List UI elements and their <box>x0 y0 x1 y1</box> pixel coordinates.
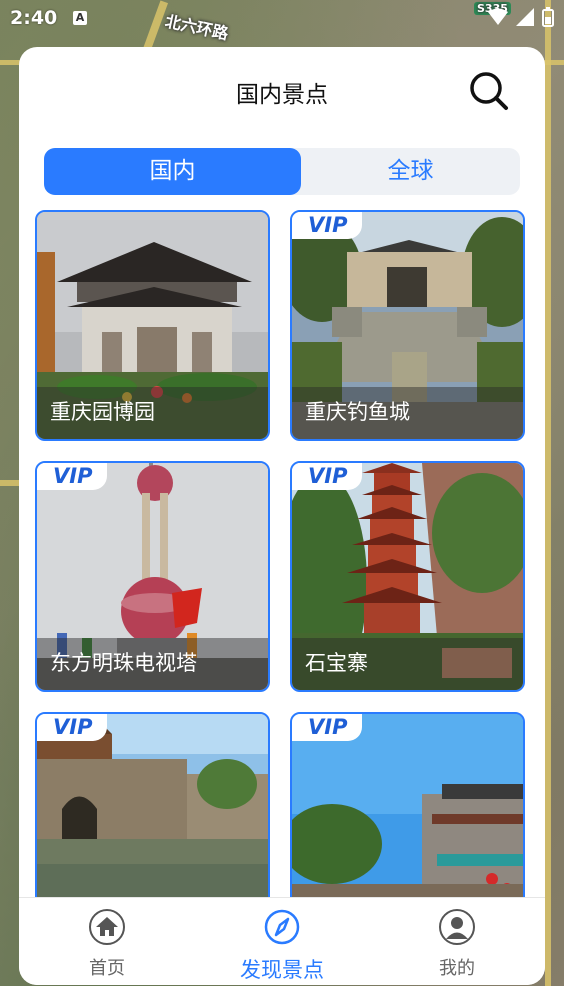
compass-icon <box>264 909 300 945</box>
search-icon <box>470 72 508 110</box>
nav-label: 首页 <box>89 958 125 979</box>
spot-name: 重庆钓鱼城 <box>292 387 523 439</box>
bottom-nav: 首页 发现景点 我的 <box>19 897 545 985</box>
battery-icon <box>542 7 554 27</box>
vip-badge: VIP <box>292 463 362 490</box>
nav-profile[interactable]: 我的 <box>397 908 517 980</box>
home-icon <box>89 909 125 945</box>
nav-label: 发现景点 <box>240 958 324 982</box>
vip-badge: VIP <box>37 714 107 741</box>
nav-discover[interactable]: 发现景点 <box>222 908 342 984</box>
status-time: 2:40 <box>10 7 58 29</box>
spots-panel: 国内景点 国内 全球 重庆园博园 VIP 重庆钓鱼城 VIP 东方明珠电视塔 V… <box>19 47 545 985</box>
spot-card[interactable]: VIP 东方明珠电视塔 <box>35 461 270 692</box>
tab-global[interactable]: 全球 <box>301 148 520 195</box>
spot-card[interactable]: VIP 石宝寨 <box>290 461 525 692</box>
nav-label: 我的 <box>439 958 475 979</box>
nav-home[interactable]: 首页 <box>47 908 167 980</box>
tab-domestic[interactable]: 国内 <box>44 148 301 195</box>
vip-badge: VIP <box>37 463 107 490</box>
vip-badge: VIP <box>292 212 362 239</box>
map-road <box>0 480 20 486</box>
map-label: 北六环路 <box>163 11 230 44</box>
notification-icon: A <box>73 11 87 25</box>
user-icon <box>439 909 475 945</box>
region-tabs: 国内 全球 <box>44 148 520 195</box>
signal-icon <box>516 8 534 26</box>
status-icons <box>488 7 554 27</box>
wifi-icon <box>488 8 508 25</box>
spot-name: 东方明珠电视塔 <box>37 638 268 690</box>
spot-name: 重庆园博园 <box>37 387 268 439</box>
spot-card[interactable]: 重庆园博园 <box>35 210 270 441</box>
search-button[interactable] <box>467 69 511 113</box>
spot-name: 石宝寨 <box>292 638 523 690</box>
spot-card[interactable]: VIP 重庆钓鱼城 <box>290 210 525 441</box>
map-road <box>545 0 551 986</box>
vip-badge: VIP <box>292 714 362 741</box>
